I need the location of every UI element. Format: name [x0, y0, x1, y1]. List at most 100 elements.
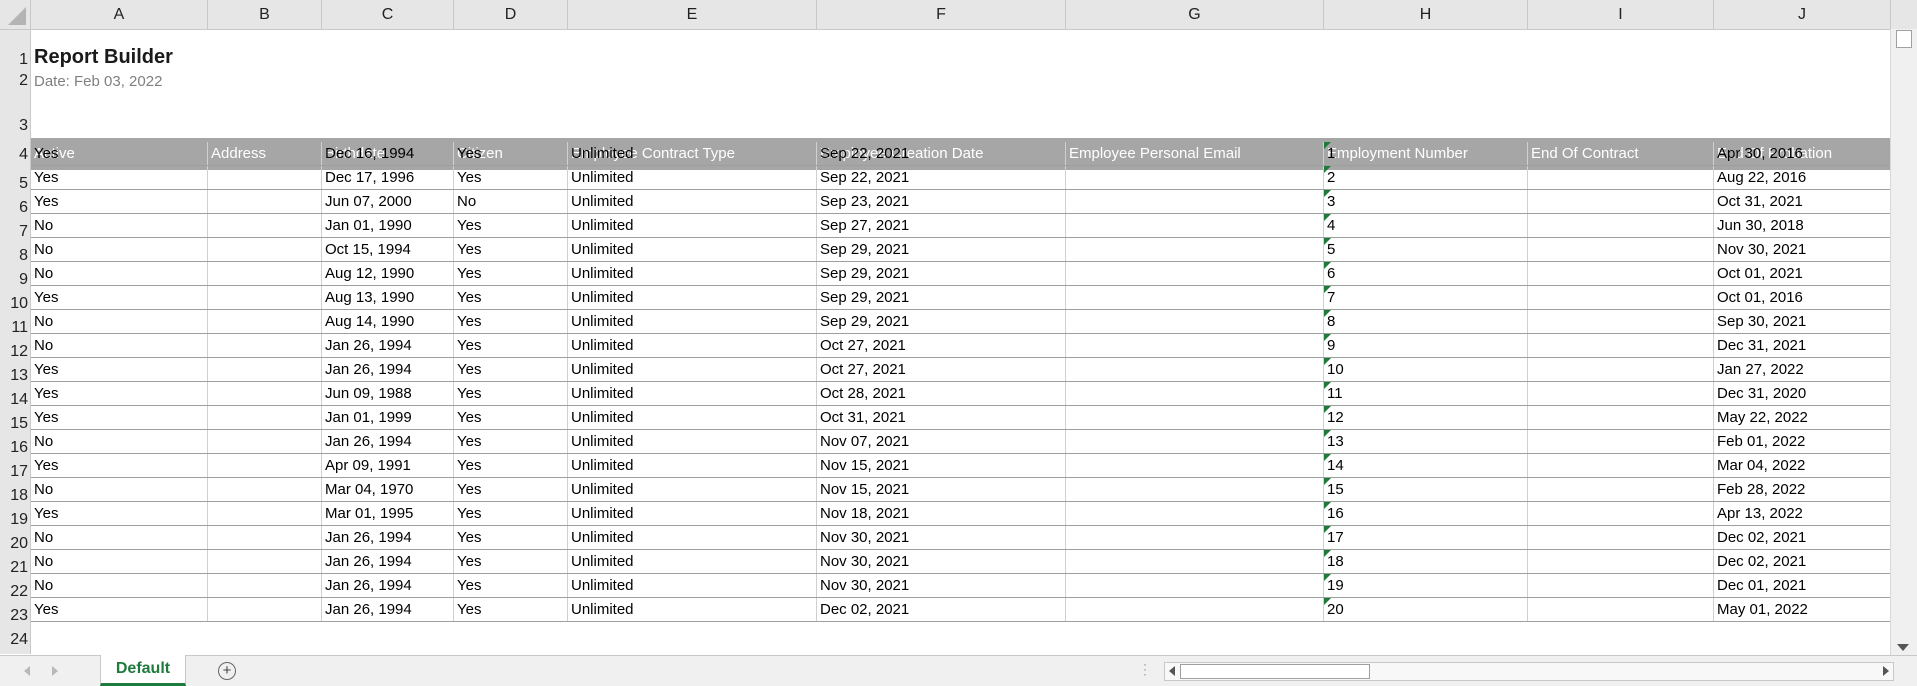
row-header[interactable]: 1	[0, 48, 30, 72]
cell-citizen[interactable]: Yes	[454, 382, 568, 405]
vertical-scrollbar[interactable]	[1890, 29, 1917, 655]
cell-creation-date[interactable]: Sep 22, 2021	[817, 166, 1066, 189]
cell-contract-type[interactable]: Unlimited	[568, 358, 817, 381]
cell-creation-date[interactable]: Sep 29, 2021	[817, 238, 1066, 261]
cell-citizen[interactable]: Yes	[454, 142, 568, 165]
cell-citizen[interactable]: Yes	[454, 310, 568, 333]
cell-contract-type[interactable]: Unlimited	[568, 406, 817, 429]
cell-address[interactable]	[208, 190, 322, 213]
cell-contract-type[interactable]: Unlimited	[568, 382, 817, 405]
cell-birthdate[interactable]: Jan 26, 1994	[322, 430, 454, 453]
cell-end-of-contract[interactable]	[1528, 334, 1714, 357]
cell-employment-number[interactable]: 4	[1324, 214, 1528, 237]
horizontal-scrollbar[interactable]	[1164, 662, 1894, 681]
cell-creation-date[interactable]: Nov 18, 2021	[817, 502, 1066, 525]
cell-active[interactable]: No	[31, 526, 208, 549]
cell-active[interactable]: Yes	[31, 406, 208, 429]
cell-end-of-contract[interactable]	[1528, 238, 1714, 261]
cell-birthdate[interactable]: Aug 12, 1990	[322, 262, 454, 285]
cell-citizen[interactable]: Yes	[454, 286, 568, 309]
cell-personal-email[interactable]	[1066, 166, 1324, 189]
cell-birthdate[interactable]: Jan 01, 1999	[322, 406, 454, 429]
cell-citizen[interactable]: Yes	[454, 214, 568, 237]
cell-employment-number[interactable]: 11	[1324, 382, 1528, 405]
cell-citizen[interactable]: Yes	[454, 406, 568, 429]
row-header[interactable]: 19	[0, 508, 30, 532]
cell-birthdate[interactable]: Oct 15, 1994	[322, 238, 454, 261]
row-header[interactable]: 5	[0, 172, 30, 196]
cell-creation-date[interactable]: Nov 30, 2021	[817, 526, 1066, 549]
cell-address[interactable]	[208, 310, 322, 333]
cell-contract-type[interactable]: Unlimited	[568, 478, 817, 501]
cell-address[interactable]	[208, 334, 322, 357]
split-handle-icon[interactable]: · · ·	[1143, 658, 1147, 680]
select-all-corner[interactable]	[0, 0, 31, 29]
cell-employment-number[interactable]: 12	[1324, 406, 1528, 429]
row-header[interactable]: 11	[0, 316, 30, 340]
row-header[interactable]: 13	[0, 364, 30, 388]
cell-citizen[interactable]: Yes	[454, 502, 568, 525]
cell-active[interactable]: No	[31, 430, 208, 453]
cell-end-of-contract[interactable]	[1528, 358, 1714, 381]
cell-creation-date[interactable]: Oct 27, 2021	[817, 358, 1066, 381]
column-header-f[interactable]: F	[817, 0, 1066, 29]
report-date[interactable]: Date: Feb 03, 2022	[34, 73, 162, 90]
cell-active[interactable]: Yes	[31, 142, 208, 165]
cell-birthdate[interactable]: Jan 26, 1994	[322, 526, 454, 549]
row-header[interactable]: 20	[0, 532, 30, 556]
cell-end-of-probation[interactable]: Jun 30, 2018	[1714, 214, 1891, 237]
cell-birthdate[interactable]: Jan 26, 1994	[322, 334, 454, 357]
row-header[interactable]: 17	[0, 460, 30, 484]
row-header[interactable]: 10	[0, 292, 30, 316]
cell-employment-number[interactable]: 13	[1324, 430, 1528, 453]
cell-personal-email[interactable]	[1066, 406, 1324, 429]
cell-active[interactable]: No	[31, 574, 208, 597]
cell-end-of-contract[interactable]	[1528, 502, 1714, 525]
cell-active[interactable]: Yes	[31, 286, 208, 309]
cell-personal-email[interactable]	[1066, 262, 1324, 285]
next-sheet-arrow-icon[interactable]	[52, 666, 58, 676]
cell-employment-number[interactable]: 20	[1324, 598, 1528, 621]
cell-citizen[interactable]: Yes	[454, 550, 568, 573]
cell-birthdate[interactable]: Mar 01, 1995	[322, 502, 454, 525]
cell-end-of-contract[interactable]	[1528, 190, 1714, 213]
cell-active[interactable]: No	[31, 214, 208, 237]
row-header[interactable]: 7	[0, 220, 30, 244]
cell-address[interactable]	[208, 550, 322, 573]
cell-end-of-contract[interactable]	[1528, 598, 1714, 621]
cell-creation-date[interactable]: Nov 07, 2021	[817, 430, 1066, 453]
cell-active[interactable]: Yes	[31, 454, 208, 477]
cell-address[interactable]	[208, 286, 322, 309]
cell-personal-email[interactable]	[1066, 334, 1324, 357]
cell-employment-number[interactable]: 19	[1324, 574, 1528, 597]
cell-active[interactable]: Yes	[31, 598, 208, 621]
cell-employment-number[interactable]: 1	[1324, 142, 1528, 165]
cell-birthdate[interactable]: Jun 07, 2000	[322, 190, 454, 213]
row-header[interactable]: 8	[0, 244, 30, 268]
cell-creation-date[interactable]: Oct 27, 2021	[817, 334, 1066, 357]
cell-contract-type[interactable]: Unlimited	[568, 334, 817, 357]
cell-birthdate[interactable]: Jan 26, 1994	[322, 550, 454, 573]
cell-end-of-probation[interactable]: Oct 01, 2021	[1714, 262, 1891, 285]
cell-end-of-probation[interactable]: Dec 31, 2020	[1714, 382, 1891, 405]
cell-birthdate[interactable]: Jan 26, 1994	[322, 598, 454, 621]
column-header-g[interactable]: G	[1066, 0, 1324, 29]
sheet-tab-default[interactable]: Default	[100, 655, 186, 686]
cell-active[interactable]: No	[31, 262, 208, 285]
cell-birthdate[interactable]: Mar 04, 1970	[322, 478, 454, 501]
row-header[interactable]: 24	[0, 628, 30, 652]
cell-active[interactable]: Yes	[31, 382, 208, 405]
column-header-a[interactable]: A	[31, 0, 208, 29]
cell-address[interactable]	[208, 574, 322, 597]
cell-address[interactable]	[208, 526, 322, 549]
cell-contract-type[interactable]: Unlimited	[568, 574, 817, 597]
cell-contract-type[interactable]: Unlimited	[568, 214, 817, 237]
cell-personal-email[interactable]	[1066, 310, 1324, 333]
row-header[interactable]: 3	[0, 114, 30, 138]
cell-creation-date[interactable]: Sep 29, 2021	[817, 286, 1066, 309]
cell-birthdate[interactable]: Aug 13, 1990	[322, 286, 454, 309]
cell-end-of-probation[interactable]: Dec 31, 2021	[1714, 334, 1891, 357]
cell-personal-email[interactable]	[1066, 454, 1324, 477]
row-header[interactable]: 18	[0, 484, 30, 508]
cell-birthdate[interactable]: Dec 17, 1996	[322, 166, 454, 189]
